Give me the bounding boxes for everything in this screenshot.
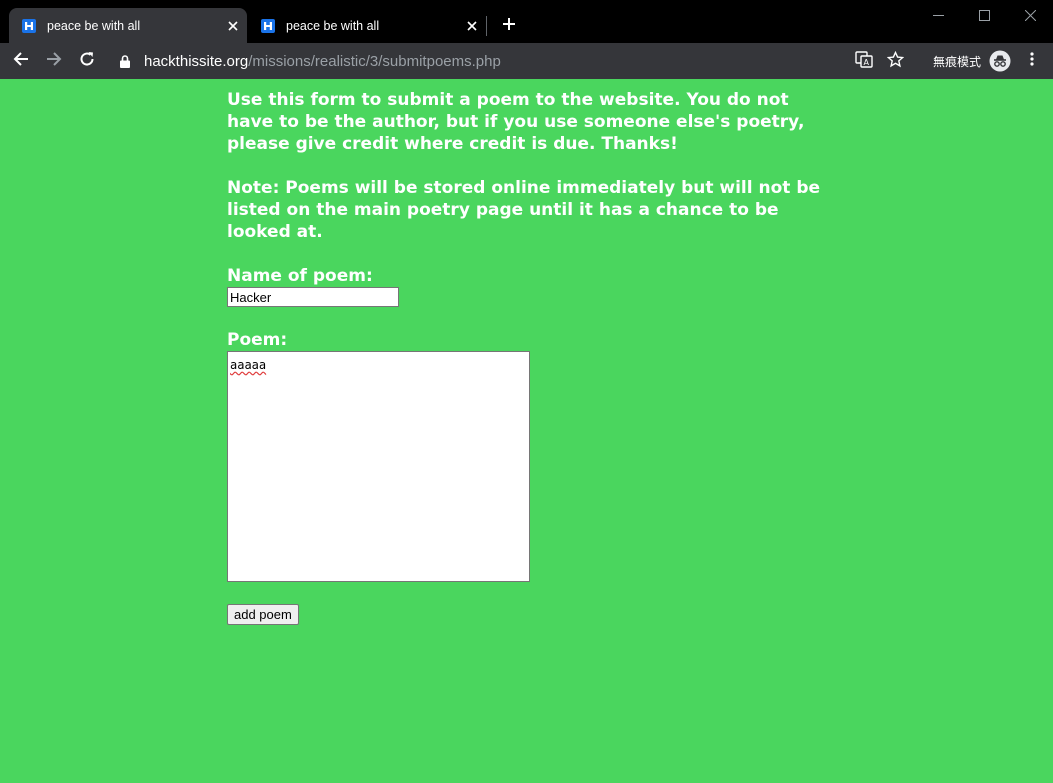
close-icon xyxy=(1024,6,1036,25)
url-host: hackthissite.org xyxy=(144,52,249,70)
forward-button[interactable] xyxy=(42,49,66,73)
add-poem-button[interactable]: add poem xyxy=(227,604,299,625)
url-path: /missions/realistic/3/submitpoems.php xyxy=(248,52,501,70)
back-button[interactable] xyxy=(9,49,33,73)
minimize-icon xyxy=(932,6,944,25)
tab-title: peace be with all xyxy=(286,18,380,33)
minimize-button[interactable] xyxy=(915,0,961,30)
translate-icon: A xyxy=(855,50,873,72)
poem-label: Poem: xyxy=(227,330,288,350)
kebab-menu-icon xyxy=(1024,51,1040,71)
reload-button[interactable] xyxy=(75,49,99,73)
tab-title: peace be with all xyxy=(47,18,141,33)
tab-strip: peace be with all peace be with all xyxy=(0,0,1053,43)
poem-textarea[interactable]: aaaaa xyxy=(227,351,530,582)
plus-icon xyxy=(502,16,516,35)
address-bar[interactable]: hackthissite.org/missions/realistic/3/su… xyxy=(110,47,930,75)
hts-logo-icon xyxy=(260,18,276,34)
maximize-icon xyxy=(978,6,990,25)
incognito-indicator[interactable]: 無痕模式 xyxy=(933,43,1011,79)
forward-arrow-icon xyxy=(46,51,62,71)
close-icon[interactable] xyxy=(225,18,241,34)
close-icon[interactable] xyxy=(464,18,480,34)
poem-text: aaaaa xyxy=(230,358,267,372)
poem-name-input[interactable] xyxy=(227,287,399,307)
translate-button[interactable]: A xyxy=(855,43,873,79)
new-tab-button[interactable] xyxy=(498,14,520,36)
maximize-button[interactable] xyxy=(961,0,1007,30)
window-close-button[interactable] xyxy=(1007,0,1053,30)
reload-icon xyxy=(79,51,95,71)
back-arrow-icon xyxy=(13,51,29,71)
bookmark-button[interactable] xyxy=(886,43,905,79)
incognito-label: 無痕模式 xyxy=(933,54,982,69)
note-text: Note: Poems will be stored online immedi… xyxy=(227,178,821,242)
svg-text:A: A xyxy=(864,58,870,67)
intro-text: Use this form to submit a poem to the we… xyxy=(227,90,805,154)
lock-icon xyxy=(120,54,134,68)
tab-active[interactable]: peace be with all xyxy=(9,8,247,43)
incognito-icon xyxy=(989,50,1011,72)
star-icon xyxy=(886,50,905,72)
tab-separator xyxy=(486,16,487,36)
tab-inactive[interactable]: peace be with all xyxy=(248,8,486,43)
poem-name-label: Name of poem: xyxy=(227,266,373,286)
page-content: Use this form to submit a poem to the we… xyxy=(227,89,827,625)
hts-logo-icon xyxy=(21,18,37,34)
browser-menu-button[interactable] xyxy=(1024,43,1040,79)
